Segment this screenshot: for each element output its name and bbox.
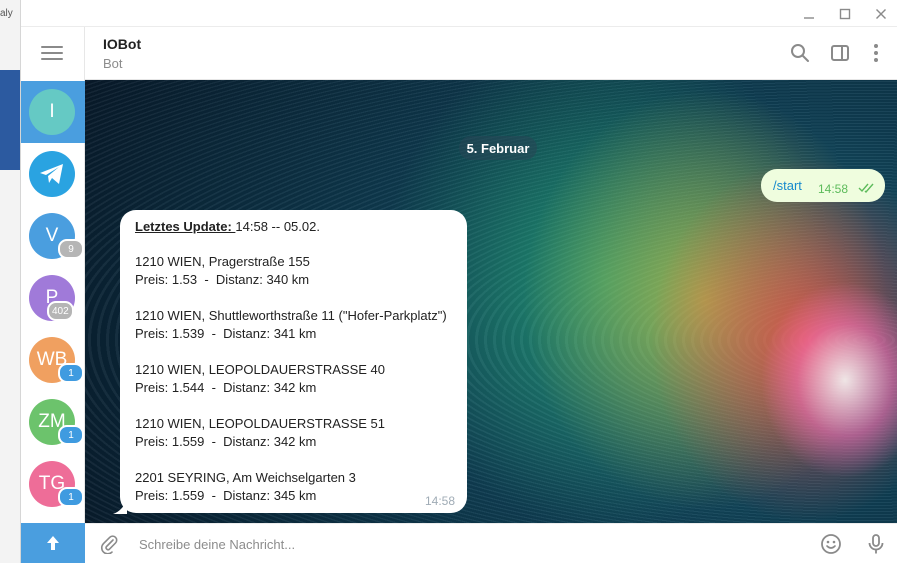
chat-item[interactable]: ZM 1: [21, 391, 85, 453]
maximize-button[interactable]: [827, 0, 863, 27]
telegram-avatar: [29, 151, 75, 197]
telegram-icon: [40, 164, 63, 184]
station-address: 1210 WIEN, Shuttleworthstraße 11 ("Hofer…: [135, 308, 447, 323]
chat-item[interactable]: TG 1: [21, 453, 85, 515]
unread-badge: 9: [58, 239, 84, 259]
minimize-icon: [804, 16, 814, 19]
chat-messages-area[interactable]: 5. Februar /start 14:58 Letztes Update: …: [85, 80, 898, 523]
maximize-icon: [839, 8, 851, 19]
station-price-distance: Preis: 1.559 - Distanz: 342 km: [135, 434, 317, 449]
desktop-left-strip: aly: [0, 0, 20, 563]
station-address: 1210 WIEN, LEOPOLDAUERSTRASSE 51: [135, 416, 385, 431]
update-header-value: 14:58 -- 05.02.: [235, 219, 320, 234]
search-icon[interactable]: [789, 42, 811, 64]
update-header-label: Letztes Update:: [135, 219, 236, 234]
chat-title[interactable]: IOBot: [103, 36, 141, 52]
arrow-up-icon: [47, 536, 59, 550]
message-input-bar: [85, 523, 898, 563]
station-address: 1210 WIEN, LEOPOLDAUERSTRASSE 40: [135, 362, 385, 377]
close-icon: [876, 8, 886, 19]
station-address: 1210 WIEN, Pragerstraße 155: [135, 254, 310, 269]
close-button[interactable]: [863, 0, 899, 27]
chat-item[interactable]: [21, 143, 85, 205]
message-input[interactable]: [137, 532, 781, 556]
station-price-distance: Preis: 1.53 - Distanz: 340 km: [135, 272, 310, 287]
menu-icon[interactable]: [41, 46, 63, 62]
date-separator: 5. Februar: [459, 136, 537, 160]
update-header-line: Letztes Update: 14:58 -- 05.02.: [135, 219, 320, 234]
scroll-to-top-button[interactable]: [21, 523, 85, 563]
chat-item[interactable]: WB 1: [21, 329, 85, 391]
chat-item[interactable]: P 402: [21, 267, 85, 329]
outgoing-message-time: 14:58: [818, 182, 849, 196]
avatar-initials: I: [49, 101, 55, 122]
sidebar-toggle-icon[interactable]: [829, 42, 851, 64]
emoji-icon[interactable]: [820, 533, 842, 555]
outgoing-message[interactable]: /start 14:58: [761, 169, 885, 202]
chat-header: IOBot Bot: [85, 27, 898, 80]
double-check-icon: [858, 183, 874, 193]
unread-badge: 1: [58, 425, 84, 445]
chat-subtitle: Bot: [103, 56, 123, 71]
station-price-distance: Preis: 1.559 - Distanz: 345 km: [135, 488, 317, 503]
incoming-message-time: 14:58: [425, 494, 456, 508]
more-vertical-icon[interactable]: [865, 42, 887, 64]
paperclip-icon[interactable]: [99, 534, 119, 554]
avatar-initials: V: [45, 225, 59, 246]
desktop-blue-block: [0, 70, 20, 170]
station-price-distance: Preis: 1.544 - Distanz: 342 km: [135, 380, 317, 395]
title-bar: [21, 0, 897, 27]
avatar: I: [29, 89, 75, 135]
incoming-message[interactable]: Letztes Update: 14:58 -- 05.02. 1210 WIE…: [120, 210, 467, 513]
chat-item[interactable]: V9: [21, 205, 85, 267]
chat-item[interactable]: I: [21, 81, 85, 143]
station-address: 2201 SEYRING, Am Weichselgarten 3: [135, 470, 356, 485]
unread-badge: 1: [58, 363, 84, 383]
desktop-left-text: aly: [0, 8, 13, 19]
unread-badge: 402: [47, 301, 74, 321]
outgoing-message-text[interactable]: /start: [773, 178, 802, 193]
telegram-window: I V 9 P 402 WB 1 ZM 1 TG 1 IOBot Bot 5. Februar /s…: [20, 0, 898, 563]
station-price-distance: Preis: 1.539 - Distanz: 341 km: [135, 326, 317, 341]
microphone-icon[interactable]: [865, 533, 887, 555]
chat-list-sidebar: I V 9 P 402 WB 1 ZM 1 TG 1: [21, 27, 85, 563]
minimize-button[interactable]: [791, 0, 827, 27]
desktop-right-strip: [897, 0, 901, 563]
unread-badge: 1: [58, 487, 84, 507]
